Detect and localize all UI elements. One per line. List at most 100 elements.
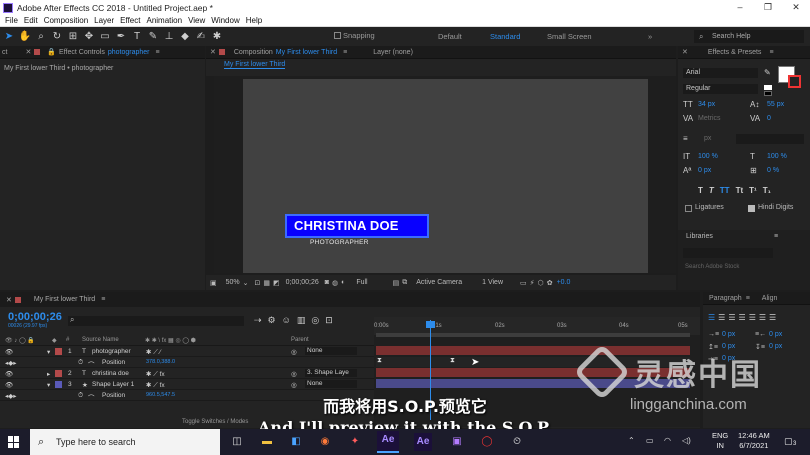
parent-column[interactable]: Parent bbox=[291, 337, 309, 343]
menu-composition[interactable]: Composition bbox=[44, 16, 88, 25]
keyframe-icon[interactable]: ⧗ bbox=[377, 357, 382, 365]
source-name-column[interactable]: Source Name bbox=[82, 337, 119, 343]
snapshot-camera-icon[interactable]: ◙ bbox=[325, 279, 329, 286]
leading-value[interactable]: 55 px bbox=[767, 101, 784, 108]
comp-tab-name[interactable]: My First lower Third bbox=[276, 49, 337, 56]
fast-preview-icon[interactable]: ▤ bbox=[393, 279, 400, 287]
small-caps-button[interactable]: Tt bbox=[736, 186, 744, 195]
search-help-input[interactable]: ⌕ Search Help bbox=[694, 30, 804, 43]
effect-controls-tab-label[interactable]: Effect Controls bbox=[59, 49, 105, 56]
menu-help[interactable]: Help bbox=[246, 16, 262, 25]
libraries-tab[interactable]: Libraries bbox=[686, 233, 713, 240]
stroke-color-swatch[interactable] bbox=[788, 75, 801, 88]
snapping-checkbox[interactable] bbox=[334, 32, 341, 39]
expand-triangle-icon[interactable]: ▾ bbox=[47, 348, 50, 356]
parent-dropdown[interactable]: 3. Shape Laye bbox=[305, 369, 357, 377]
shy-layers-icon[interactable]: ☺ bbox=[282, 315, 291, 326]
align-left-icon[interactable]: ☰ bbox=[708, 313, 715, 322]
align-tab[interactable]: Align bbox=[762, 295, 778, 302]
fast-draft-icon[interactable]: ⚡ bbox=[530, 279, 535, 287]
position-value[interactable]: 378.0,388.0 bbox=[146, 359, 175, 365]
draft-3d-icon[interactable]: ⚙ bbox=[268, 315, 276, 326]
toggle-transparency-icon[interactable]: ⧉ bbox=[402, 279, 407, 287]
after-effects-taskbar-icon[interactable]: Ae bbox=[377, 431, 399, 453]
visibility-eye-icon[interactable]: 👁 bbox=[5, 348, 13, 356]
language-indicator[interactable]: ENG IN bbox=[712, 431, 728, 451]
graph-editor-icon[interactable]: ⊡ bbox=[325, 315, 333, 326]
lock-icon[interactable]: 🔒 bbox=[47, 48, 56, 56]
puppet-tool-icon[interactable]: ✱ bbox=[210, 30, 224, 44]
timeline-comp-tab[interactable]: My First lower Third bbox=[34, 296, 95, 303]
brush-tool-icon[interactable]: ✎ bbox=[146, 30, 160, 44]
reset-exposure-icon[interactable]: ⬡ bbox=[538, 279, 544, 287]
white-swatch[interactable] bbox=[764, 85, 772, 90]
kerning-value[interactable]: Metrics bbox=[698, 115, 721, 122]
pan-behind-tool-icon[interactable]: ✥ bbox=[82, 30, 96, 44]
font-size-value[interactable]: 34 px bbox=[698, 101, 715, 108]
keyframe-icon[interactable]: ⧗ bbox=[450, 357, 455, 365]
tray-chevron-icon[interactable]: ⌃ bbox=[628, 436, 635, 445]
comp-flowchart-tab[interactable]: My First lower Third bbox=[224, 61, 286, 69]
layer-name[interactable]: Shape Layer 1 bbox=[92, 381, 134, 388]
justify-right-icon[interactable]: ☰ bbox=[759, 313, 766, 322]
menu-window[interactable]: Window bbox=[211, 16, 239, 25]
justify-center-icon[interactable]: ☰ bbox=[749, 313, 756, 322]
parent-pickwhip-icon[interactable]: ◎ bbox=[291, 381, 297, 389]
media-encoder-icon[interactable]: ▣ bbox=[448, 433, 466, 451]
menu-edit[interactable]: Edit bbox=[24, 16, 38, 25]
tsume-value[interactable]: 0 % bbox=[767, 167, 779, 174]
eraser-tool-icon[interactable]: ◆ bbox=[178, 30, 192, 44]
layer-label-color[interactable] bbox=[55, 370, 62, 377]
layer-switches[interactable]: ✱ ⟋ fx bbox=[146, 370, 165, 379]
keyframe-nav-icon[interactable]: ◂◆▸ bbox=[5, 359, 17, 367]
work-area-bar[interactable] bbox=[376, 333, 690, 337]
indent-left-value[interactable]: 0 px bbox=[722, 331, 735, 338]
tracking-value[interactable]: 0 bbox=[767, 115, 771, 122]
vertical-scale-value[interactable]: 100 % bbox=[698, 153, 718, 160]
workspace-default[interactable]: Default bbox=[438, 32, 462, 41]
magnification-dropdown[interactable]: 50% bbox=[223, 279, 243, 286]
timeline-current-time[interactable]: 0;00;00;26 bbox=[8, 311, 62, 323]
stroke-order-dropdown[interactable] bbox=[736, 134, 804, 144]
layer-row-3[interactable]: 👁 ▾ 3 ★ Shape Layer 1 ✱ ⟋ fx ◎ None bbox=[0, 379, 374, 390]
justify-all-icon[interactable]: ☰ bbox=[769, 313, 776, 322]
lower-third-title-box[interactable]: CHRISTINA DOE bbox=[285, 214, 429, 238]
effects-panel-menu-icon[interactable]: ≡ bbox=[769, 49, 773, 56]
taskbar-clock[interactable]: 12:46 AM 6/7/2021 bbox=[738, 431, 770, 451]
parent-dropdown[interactable]: None bbox=[305, 347, 357, 355]
comp-mini-flowchart-icon[interactable]: ⇢ bbox=[254, 315, 262, 326]
workspace-small-screen[interactable]: Small Screen bbox=[547, 32, 592, 41]
pen-tool-icon[interactable]: ✒ bbox=[114, 30, 128, 44]
comp-close-tab-icon[interactable]: ✕ bbox=[210, 48, 216, 56]
roto-brush-tool-icon[interactable]: ✍ bbox=[194, 30, 208, 44]
hand-tool-icon[interactable]: ✋ bbox=[18, 30, 32, 44]
hindi-digits-checkbox[interactable] bbox=[748, 205, 755, 212]
motion-blur-icon[interactable]: ◎ bbox=[311, 315, 319, 326]
wifi-icon[interactable]: ◠ bbox=[664, 436, 671, 445]
space-after-value[interactable]: 0 px bbox=[769, 343, 782, 350]
layer-row-1[interactable]: 👁 ▾ 1 T photographer ✱ ⟋ ∕ ◎ None bbox=[0, 346, 374, 357]
ligatures-checkbox[interactable] bbox=[685, 205, 692, 212]
zoom-tool-icon[interactable]: ⌕ bbox=[34, 30, 48, 44]
menu-view[interactable]: View bbox=[188, 16, 205, 25]
region-of-interest-icon[interactable]: ⊡ bbox=[255, 279, 261, 287]
stopwatch-icon[interactable]: ⏱ bbox=[78, 359, 83, 367]
store-icon[interactable]: ◧ bbox=[287, 433, 305, 451]
after-effects-second-icon[interactable]: Ae bbox=[414, 433, 432, 451]
workspace-more[interactable]: » bbox=[648, 32, 652, 41]
libraries-menu-icon[interactable]: ≡ bbox=[774, 233, 778, 240]
layer-switches[interactable]: ✱ ⟋ fx bbox=[146, 381, 165, 390]
library-select-dropdown[interactable] bbox=[683, 248, 773, 258]
workspace-standard[interactable]: Standard bbox=[490, 32, 520, 41]
timeline-close-tab-icon[interactable]: ✕ bbox=[6, 296, 12, 304]
show-snapshot-icon[interactable]: ◐ bbox=[341, 279, 345, 286]
mask-visibility-icon[interactable]: ◩ bbox=[273, 279, 280, 287]
black-swatch[interactable] bbox=[764, 91, 772, 96]
menu-layer[interactable]: Layer bbox=[94, 16, 114, 25]
camera-view-dropdown[interactable]: Active Camera bbox=[413, 279, 465, 286]
timeline-search-input[interactable]: ⌕ bbox=[68, 315, 244, 326]
paragraph-menu-icon[interactable]: ≡ bbox=[746, 295, 750, 302]
task-view-icon[interactable]: ◫ bbox=[228, 433, 246, 451]
stroke-width-unit[interactable]: px bbox=[704, 135, 711, 142]
horizontal-scale-value[interactable]: 100 % bbox=[767, 153, 787, 160]
